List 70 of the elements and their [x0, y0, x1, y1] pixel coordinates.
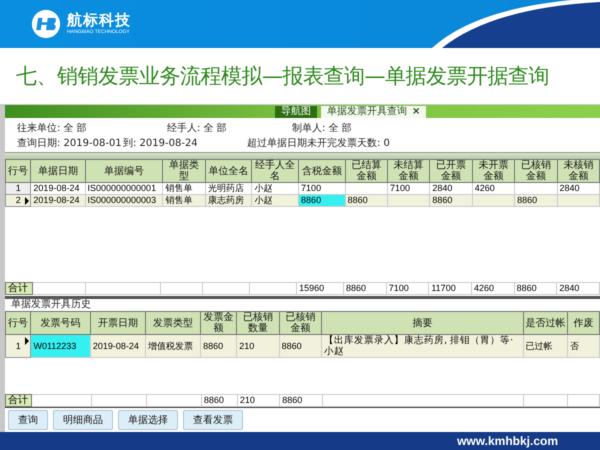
column-header[interactable]: 摘要 — [322, 312, 524, 335]
column-header[interactable]: 已结算金额 — [345, 160, 388, 182]
column-header[interactable]: 作废 — [568, 312, 600, 335]
table-cell: 8860 — [298, 194, 346, 206]
website-url: www.kmhbkj.com — [457, 434, 558, 448]
logo-icon — [31, 9, 61, 39]
column-header[interactable]: 单据日期 — [30, 160, 85, 182]
column-header[interactable]: 开票日期 — [90, 312, 146, 335]
column-header[interactable]: 发票类型 — [146, 312, 201, 335]
total-cell: 8860 — [280, 394, 322, 406]
row-number: 1 — [6, 334, 31, 358]
total-cell: 8860 — [344, 282, 386, 295]
filter-field: 到: 2019-08-24 — [123, 136, 219, 150]
filter-field: 往来单位: 全 部 — [17, 120, 167, 134]
column-header[interactable]: 单据编号 — [85, 160, 163, 182]
column-header[interactable]: 是否过帐 — [523, 312, 568, 335]
table-cell: 【出库发票录入】康志药房, 排钼（胃）等·小赵 — [322, 334, 524, 358]
column-header[interactable]: 已核销数量 — [236, 312, 280, 335]
brand-name: 航标科技 — [67, 13, 131, 28]
table-cell: 增值税发票 — [146, 334, 201, 358]
row-number: 1 — [6, 182, 31, 194]
table-cell: 210 — [236, 334, 280, 358]
filter-field: 超过单据日期未开完发票天数: 0 — [247, 136, 390, 150]
total-cell: 210 — [237, 394, 280, 406]
action-button[interactable]: 查询 — [8, 410, 48, 430]
column-header[interactable]: 行号 — [6, 160, 31, 182]
total-label: 合计 — [6, 282, 32, 295]
column-header[interactable]: 行号 — [6, 312, 31, 335]
column-header[interactable]: 已核销金额 — [279, 312, 322, 335]
total-cell: 11700 — [428, 282, 472, 295]
action-button[interactable]: 单据选择 — [118, 410, 178, 430]
filter-field: 经手人: 全 部 — [167, 120, 292, 134]
total-label: 合计 — [6, 394, 32, 406]
column-header[interactable]: 未核销金额 — [557, 160, 600, 182]
table-cell: 2019-08-24 — [30, 194, 85, 206]
table-cell: 8860 — [200, 334, 237, 358]
column-header[interactable]: 单据类型 — [162, 160, 206, 182]
total-cell: 2840 — [556, 282, 600, 295]
table-cell: 2019-08-24 — [90, 334, 146, 358]
table-cell: 已过帐 — [523, 334, 568, 358]
table-cell: 否 — [568, 334, 600, 358]
table-cell: IS000000000003 — [85, 194, 163, 206]
total-cell: 7100 — [386, 282, 429, 295]
slide-title: 七、销销发票业务流程模拟—报表查询—单据发票开据查询 — [15, 63, 550, 90]
total-cell: 15960 — [296, 282, 344, 295]
table-cell: 小赵 — [252, 194, 299, 206]
table-cell: 8860 — [279, 334, 322, 358]
table-cell: W0112233 — [30, 334, 90, 358]
column-header[interactable]: 单位全名 — [205, 160, 252, 182]
close-icon[interactable]: × — [412, 106, 420, 117]
total-cell: 8860 — [514, 282, 557, 295]
column-header[interactable]: 已开票金额 — [430, 160, 472, 182]
filter-field: 制单人: 全 部 — [292, 120, 352, 134]
section-caption: 单据发票开具历史 — [10, 299, 92, 312]
column-header[interactable]: 已核销金额 — [514, 160, 558, 182]
column-header[interactable]: 未结算金额 — [388, 160, 430, 182]
column-header[interactable]: 经手人全名 — [252, 160, 299, 182]
tab[interactable]: 单据发票开具查询 × — [321, 106, 426, 118]
row-number: 2 — [6, 194, 31, 206]
total-cell: 4260 — [472, 282, 514, 295]
filter-field: 查询日期: 2019-08-01 — [17, 136, 123, 150]
column-header[interactable]: 发票金额 — [200, 312, 237, 335]
tab[interactable]: 导航图 — [275, 106, 317, 118]
table-cell: 康志药房 — [205, 194, 252, 206]
column-header[interactable]: 含税金额 — [298, 160, 346, 182]
column-header[interactable]: 未开票金额 — [472, 160, 515, 182]
action-button[interactable]: 明细商品 — [53, 410, 113, 430]
total-cell: 8860 — [201, 394, 238, 406]
action-button[interactable]: 查看发票 — [183, 410, 243, 430]
column-header[interactable]: 发票号码 — [30, 312, 90, 335]
